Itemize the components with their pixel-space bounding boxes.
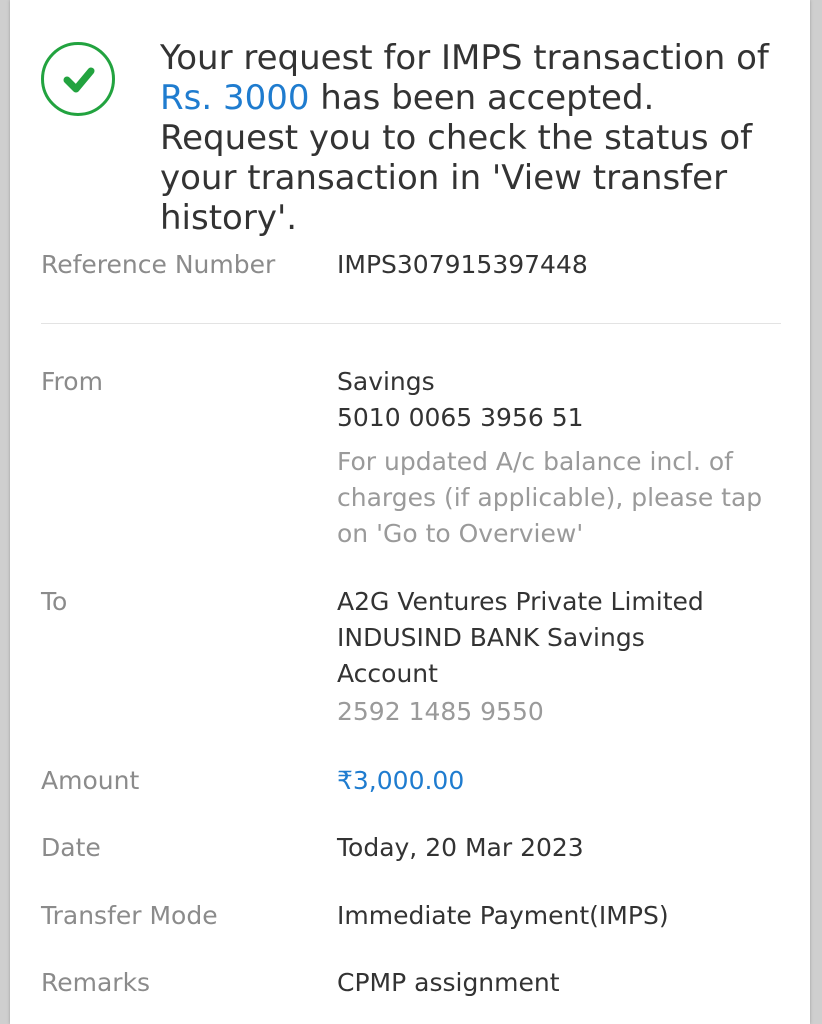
- amount-label: Amount: [41, 766, 140, 795]
- payee-bank-line2: Account: [337, 659, 438, 688]
- payee-bank-line1: INDUSIND BANK Savings: [337, 623, 645, 652]
- from-value: Savings 5010 0065 3956 51 For updated A/…: [337, 364, 787, 552]
- reference-value: IMPS307915397448: [337, 250, 588, 279]
- remarks-label: Remarks: [41, 968, 151, 997]
- divider: [41, 323, 781, 324]
- transfer-mode-label: Transfer Mode: [41, 901, 218, 930]
- date-value: Today, 20 Mar 2023: [337, 833, 584, 862]
- message-prefix: Your request for IMPS transaction of: [160, 38, 769, 78]
- to-value: A2G Ventures Private Limited INDUSIND BA…: [337, 584, 787, 730]
- balance-note: For updated A/c balance incl. of charges…: [337, 447, 763, 548]
- from-label: From: [41, 367, 103, 396]
- remarks-value: CPMP assignment: [337, 968, 560, 997]
- check-mark-icon: [63, 67, 95, 93]
- reference-label: Reference Number: [41, 250, 276, 279]
- payee-name: A2G Ventures Private Limited: [337, 587, 704, 616]
- message-amount: Rs. 3000: [160, 78, 310, 118]
- date-label: Date: [41, 833, 101, 862]
- payee-account-number: 2592 1485 9550: [337, 697, 544, 726]
- from-account-type: Savings: [337, 367, 435, 396]
- confirmation-message: Your request for IMPS transaction of Rs.…: [160, 38, 800, 238]
- amount-value: ₹3,000.00: [337, 766, 465, 795]
- to-label: To: [41, 587, 68, 616]
- transaction-confirmation-card: Your request for IMPS transaction of Rs.…: [10, 0, 810, 1024]
- from-account-number: 5010 0065 3956 51: [337, 403, 584, 432]
- check-circle-icon: [41, 42, 115, 116]
- transfer-mode-value: Immediate Payment(IMPS): [337, 901, 669, 930]
